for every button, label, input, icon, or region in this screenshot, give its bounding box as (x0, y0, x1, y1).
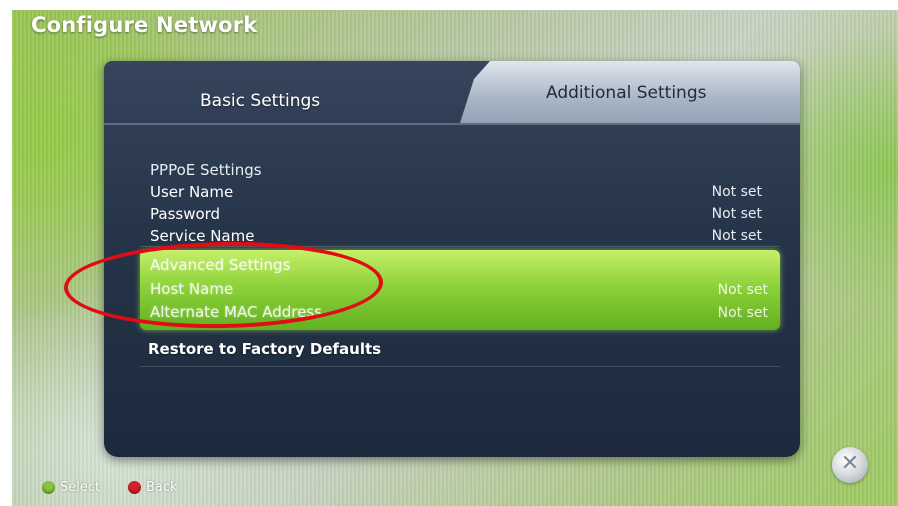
restore-defaults-button[interactable]: Restore to Factory Defaults (148, 340, 381, 358)
list-item-value: Not set (711, 206, 762, 222)
list-item-password[interactable]: Password Not set (142, 203, 770, 225)
footer-select-label: Select (60, 480, 101, 495)
footer-back-label: Back (146, 480, 178, 495)
xbox-logo-icon: ✕ (832, 447, 868, 483)
tab-basic-settings[interactable]: Basic Settings (200, 91, 320, 111)
list-item-value: Not set (717, 305, 768, 321)
list-item-user-name[interactable]: User Name Not set (142, 181, 770, 203)
tab-additional-settings[interactable]: Additional Settings (546, 83, 706, 103)
list-item-value: Not set (711, 228, 762, 244)
section-heading-pppoe: PPPoE Settings (142, 159, 770, 181)
tab-divider (104, 123, 800, 125)
footer-back-hint: Back (128, 480, 178, 495)
divider (140, 366, 780, 367)
list-item-label: User Name (150, 183, 234, 201)
b-button-icon (128, 481, 141, 494)
settings-list: PPPoE Settings User Name Not set Passwor… (142, 159, 770, 247)
list-item-value: Not set (717, 282, 768, 298)
section-heading-label: PPPoE Settings (150, 161, 262, 179)
list-item-label: Password (150, 205, 221, 223)
footer-select-hint: Select (42, 480, 100, 495)
a-button-icon (42, 481, 55, 494)
page-title: Configure Network (31, 13, 258, 37)
list-item-value: Not set (711, 184, 762, 200)
